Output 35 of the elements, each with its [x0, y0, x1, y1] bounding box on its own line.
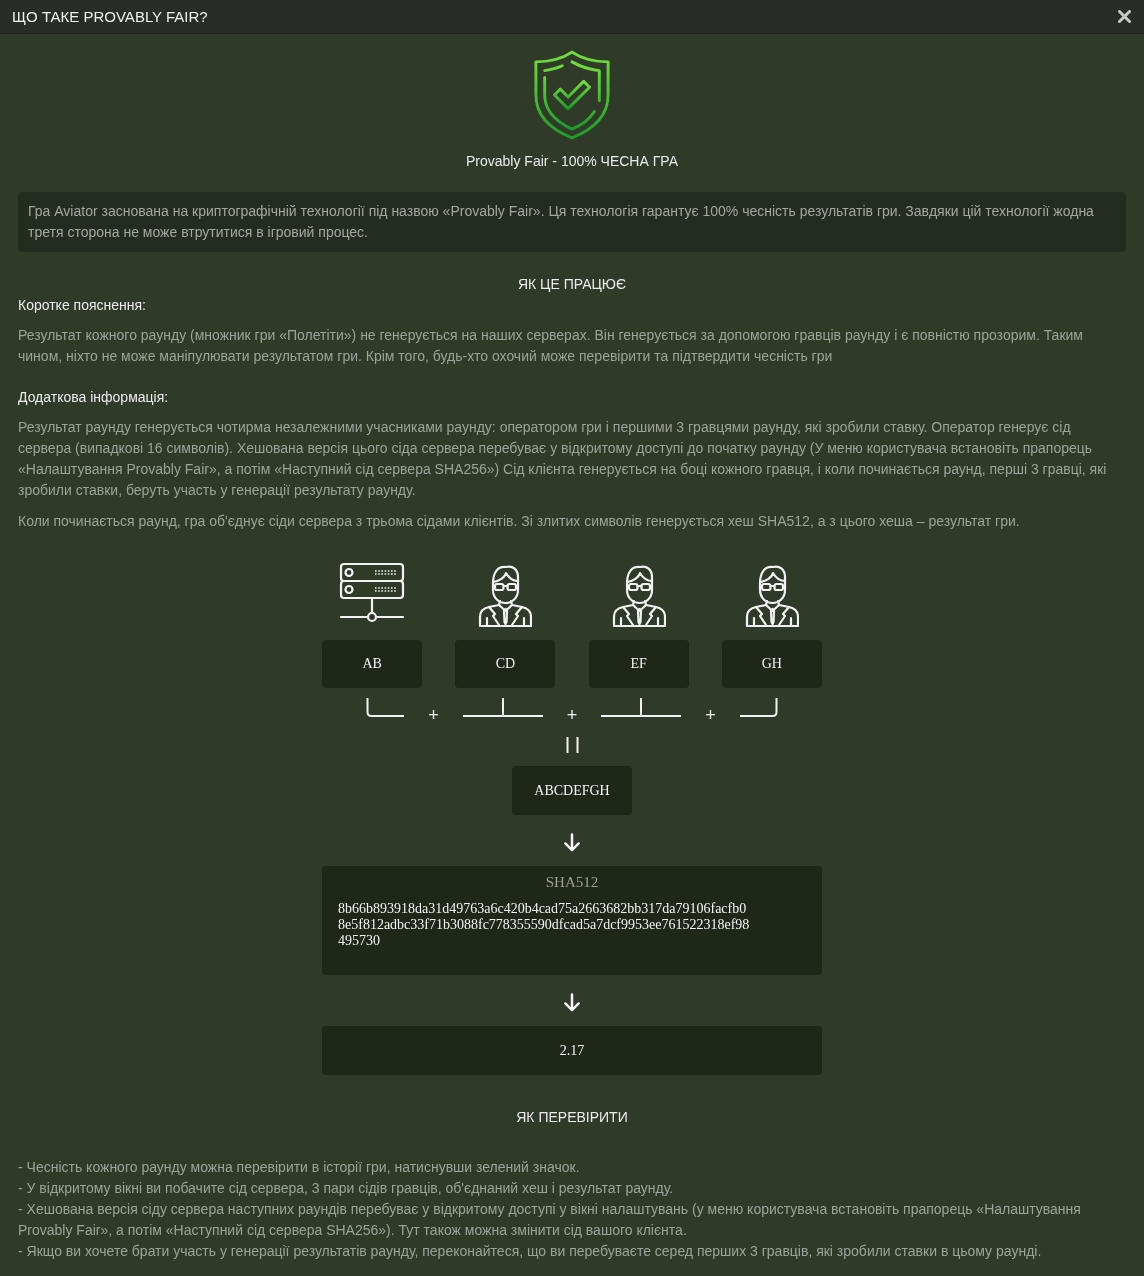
seed-card: GH [721, 640, 822, 688]
shield-check-icon [533, 50, 611, 140]
plus-sign: + [428, 706, 439, 724]
subsection-title: Додаткова інформація: [18, 388, 170, 407]
list-item: - Якщо ви хочете брати участь у генерації результатів раунду, переконайтеся, що ви перебуваєте серед перших 3 гравців, які зробили ставки в цьому раунді. [18, 1242, 1043, 1261]
seed-card: CD [455, 640, 556, 688]
paragraph: Результат раунду генерується чотирма незалежними учасниками раунду: оператором гри і першими 3 гравцями раунду, які зробили ставку. Оператор генерує сід сервера (випадкові 16 символів). Хешована версія цього сіда сервера перебуває у відкритому доступі до початку раунду (У меню користувача встановіть прапорець «Налаштування Provably Fair», а потім «Наступний сід сервера SHA256») Сід клієнта генерується на боці кожного гравця, і коли починається раунд, перші 3 гравці, які зробили ставки, беруть участь у генерації результату раунду. [18, 418, 1108, 500]
window-title: ЩО ТАКЕ PROVABLY FAIR? [12, 7, 208, 26]
paragraph: Коли починається раунд, гра об'єднує сіди сервера з трьома сідами клієнтів. Зі злитих символів генерується хеш SHA512, а з цього хеша – результат гри. [18, 512, 1021, 531]
arrow-down-icon [563, 993, 581, 1012]
connector-line [739, 698, 778, 718]
equals-icon [565, 737, 579, 753]
subsection-title: Коротке пояснення: [18, 296, 147, 315]
list-item: - У відкритому вікні ви побачите сід сервера, 3 пари сідів гравців, об'єднаний хеш і результат раунду. [18, 1179, 675, 1198]
hash-value: 8b66b893918da31d49763a6c420b4cad75a2663682bb317da79106facfb08e5f812adbc33f71b3088fc778355590dfcad5a7dcf9953ee761522318ef98495730 [338, 901, 751, 949]
plus-sign: + [705, 706, 716, 724]
list-item: - Хешована версія сіду сервера наступних раундів перебуває у відкритому доступі у вікні налаштувань (у меню користувача встановіть прапорець «Налаштування Provably Fair», а потім «Наступний сід сервера SHA256»). Тут також можна змінити сід вашого клієнта. [18, 1200, 1082, 1240]
person-icon [478, 562, 533, 628]
section-heading: ЯК ПЕРЕВІРИТИ [515, 1108, 629, 1127]
intro-panel: Гра Aviator заснована на криптографічній технології під назвою «Provably Fair». Ця технологія гарантує 100% чесність результатів гри. Завдяки цій технології жодна третя сторона не може втрутитися в ігровий процес. [18, 192, 1126, 252]
seed-card: AB [322, 640, 423, 688]
hero-caption: Provably Fair - 100% ЧЕСНА ГРА [465, 152, 678, 170]
paragraph: Результат кожного раунду (множник гри «Полетіти») не генерується на наших серверах. Він генерується за допомогою гравців раунду і є повністю прозорим. Таким чином, ніхто не може маніпулювати результатом гри. Крім того, будь-хто охочий може перевірити та підтвердити чесність гри [18, 326, 1084, 366]
person-icon [744, 562, 799, 628]
hash-title: SHA512 [545, 873, 599, 892]
close-icon[interactable] [1118, 10, 1131, 23]
person-icon [611, 562, 666, 628]
connector-line [366, 698, 405, 718]
combined-seed-card: ABCDEFGH [512, 766, 632, 815]
seed-card: EF [588, 640, 689, 688]
arrow-down-icon [563, 833, 581, 852]
plus-sign: + [566, 706, 578, 724]
section-heading: ЯК ЦЕ ПРАЦЮЄ [516, 275, 628, 294]
result-card: 2.17 [322, 1026, 822, 1075]
list-item: - Чесність кожного раунду можна перевірити в історії гри, натиснувши зелений значок. [18, 1158, 581, 1177]
